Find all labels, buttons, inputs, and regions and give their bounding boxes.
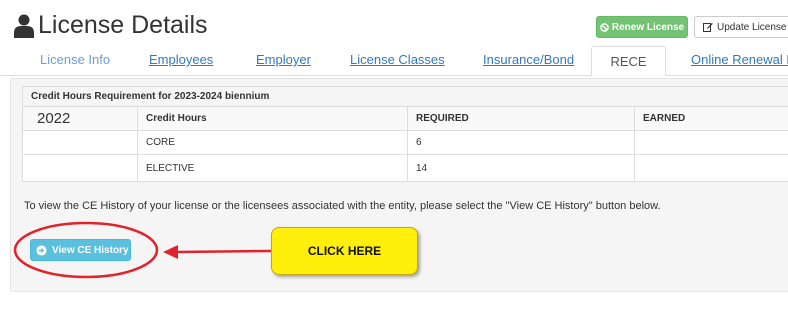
tab-license-info[interactable]: License Info <box>40 52 110 67</box>
tab-employer[interactable]: Employer <box>256 52 311 67</box>
table-header-row: 2022 Credit Hours REQUIRED EARNED <box>23 107 788 131</box>
tab-bar: License Info Employees Employer License … <box>0 46 788 76</box>
table-cell <box>23 131 138 154</box>
header-year: 2022 <box>23 107 138 130</box>
edit-icon <box>703 23 713 32</box>
renew-license-button[interactable]: Renew License <box>596 16 688 38</box>
view-ce-history-label: View CE History <box>52 244 129 256</box>
table-cell: CORE <box>138 131 408 154</box>
table-cell: 14 <box>408 155 635 181</box>
table-row: ELECTIVE 14 <box>23 155 788 181</box>
view-ce-history-button[interactable]: View CE History <box>30 239 131 261</box>
ce-history-instruction: To view the CE History of your license o… <box>24 200 661 212</box>
header-credit-hours: Credit Hours <box>138 107 408 130</box>
table-row: CORE 6 <box>23 131 788 155</box>
page-title: License Details <box>38 11 208 39</box>
tab-employees[interactable]: Employees <box>149 52 213 67</box>
user-icon <box>14 14 34 38</box>
arrow-circle-right-icon <box>36 244 47 256</box>
table-cell <box>635 155 788 181</box>
table-cell <box>23 155 138 181</box>
tab-online-renewal[interactable]: Online Renewal H <box>691 52 788 67</box>
tab-license-classes[interactable]: License Classes <box>350 52 445 67</box>
tab-insurance-bond[interactable]: Insurance/Bond <box>483 52 574 67</box>
page-header: License Details Renew License Update Lic… <box>0 0 788 44</box>
ban-icon <box>600 22 609 32</box>
tab-rece[interactable]: RECE <box>591 46 666 76</box>
update-license-button[interactable]: Update License <box>694 16 788 38</box>
table-cell: 6 <box>408 131 635 154</box>
click-here-callout: CLICK HERE <box>271 227 418 275</box>
table-caption: Credit Hours Requirement for 2023-2024 b… <box>23 87 788 107</box>
renew-license-label: Renew License <box>611 21 685 33</box>
table-cell: ELECTIVE <box>138 155 408 181</box>
credit-hours-table: Credit Hours Requirement for 2023-2024 b… <box>22 86 788 182</box>
header-required: REQUIRED <box>408 107 635 130</box>
tab-rece-label: RECE <box>610 53 647 69</box>
header-earned: EARNED <box>643 113 686 124</box>
table-cell <box>635 131 788 154</box>
update-license-label: Update License <box>717 21 787 33</box>
